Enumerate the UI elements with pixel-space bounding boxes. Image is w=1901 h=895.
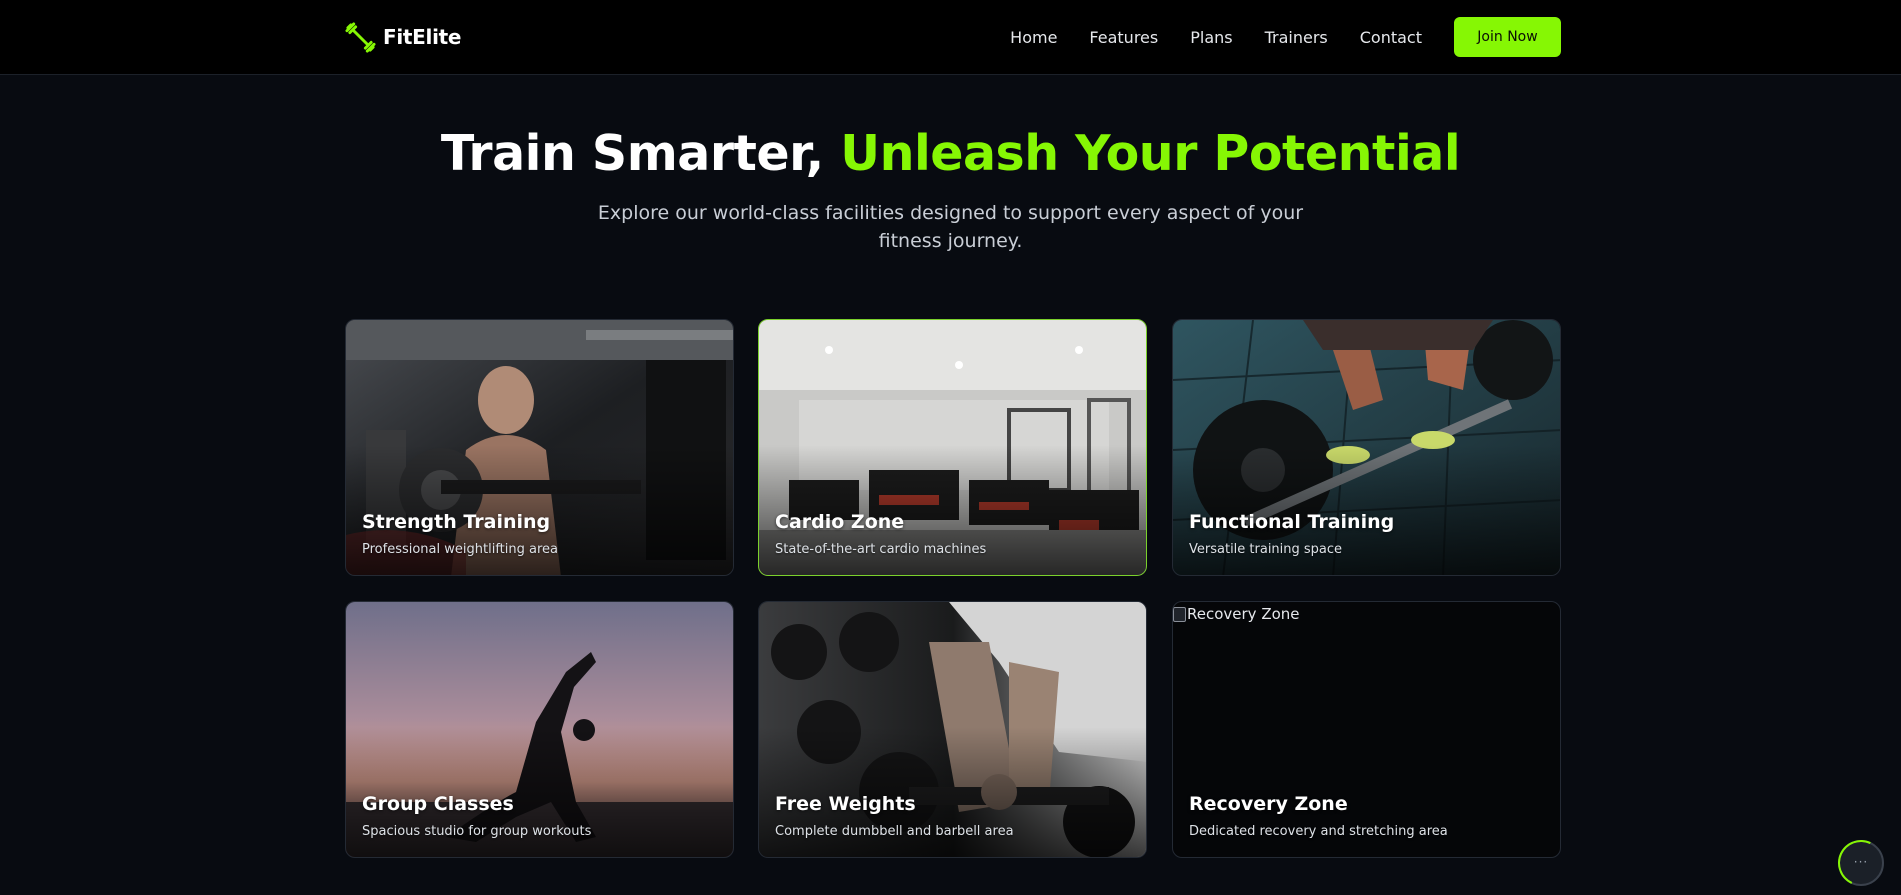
- nav-link-contact[interactable]: Contact: [1360, 28, 1422, 47]
- hero-title-main: Train Smarter,: [440, 125, 841, 182]
- image-alt-text: Recovery Zone: [1187, 605, 1300, 623]
- facility-card-strength[interactable]: Strength Training Professional weightlif…: [345, 319, 734, 576]
- brand-name: FitElite: [383, 25, 462, 49]
- nav-link-trainers[interactable]: Trainers: [1265, 28, 1328, 47]
- brand-logo[interactable]: FitElite: [345, 21, 462, 53]
- card-description: Professional weightlifting area: [362, 542, 558, 557]
- card-description: Versatile training space: [1189, 542, 1343, 557]
- nav-link-plans[interactable]: Plans: [1190, 28, 1232, 47]
- card-title: Functional Training: [1189, 511, 1395, 533]
- facility-card-free-weights[interactable]: Free Weights Complete dumbbell and barbe…: [758, 601, 1147, 858]
- nav-link-home[interactable]: Home: [1010, 28, 1057, 47]
- join-now-button[interactable]: Join Now: [1454, 17, 1561, 57]
- broken-image-placeholder: Recovery Zone: [1173, 605, 1300, 623]
- spinner-dots: ···: [1853, 855, 1869, 869]
- facility-card-cardio[interactable]: Cardio Zone State-of-the-art cardio mach…: [758, 319, 1147, 576]
- facility-card-functional[interactable]: Functional Training Versatile training s…: [1172, 319, 1561, 576]
- hero-title: Train Smarter, Unleash Your Potential: [0, 124, 1901, 184]
- card-description: Complete dumbbell and barbell area: [775, 824, 1014, 839]
- card-title: Group Classes: [362, 793, 514, 815]
- hero-subtitle: Explore our world-class facilities desig…: [597, 202, 1304, 252]
- card-title: Recovery Zone: [1189, 793, 1348, 815]
- nav-link-features[interactable]: Features: [1089, 28, 1158, 47]
- card-title: Cardio Zone: [775, 511, 905, 533]
- broken-image-icon: [1173, 606, 1186, 622]
- facilities-grid: Strength Training Professional weightlif…: [345, 319, 1561, 859]
- main-nav: Home Features Plans Trainers Contact Joi…: [1010, 17, 1561, 57]
- navbar-inner: FitElite Home Features Plans Trainers Co…: [345, 0, 1561, 74]
- card-description: State-of-the-art cardio machines: [775, 542, 987, 557]
- facility-card-group[interactable]: Group Classes Spacious studio for group …: [345, 601, 734, 858]
- card-title: Free Weights: [775, 793, 916, 815]
- card-description: Dedicated recovery and stretching area: [1189, 824, 1448, 839]
- hero-title-accent: Unleash Your Potential: [840, 125, 1461, 182]
- facility-card-recovery[interactable]: Recovery Zone Recovery Zone Dedicated re…: [1172, 601, 1561, 858]
- loading-spinner-widget[interactable]: ···: [1838, 840, 1884, 886]
- card-description: Spacious studio for group workouts: [362, 824, 592, 839]
- dumbbell-icon: [345, 21, 376, 53]
- card-title: Strength Training: [362, 511, 551, 533]
- navbar: FitElite Home Features Plans Trainers Co…: [0, 0, 1901, 75]
